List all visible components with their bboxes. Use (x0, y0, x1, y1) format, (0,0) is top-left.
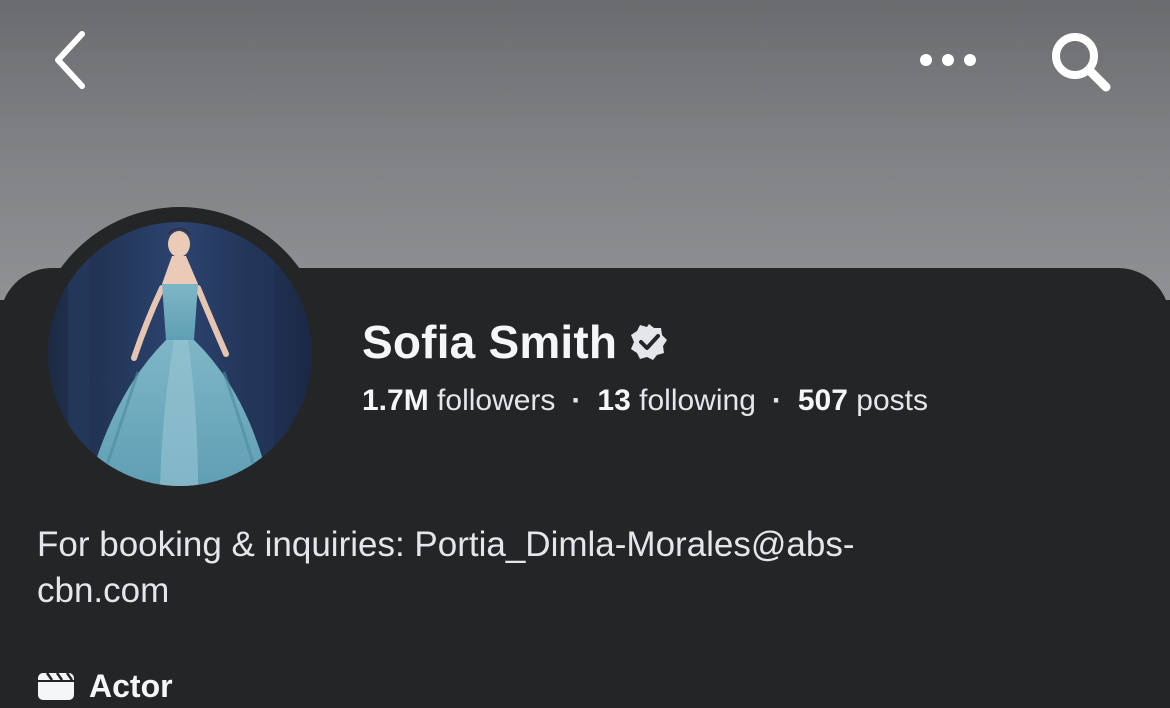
bio-line: For booking & inquiries: Portia_Dimla-Mo… (37, 525, 855, 564)
verified-badge-icon (631, 324, 668, 360)
profile-category: Actor (37, 664, 173, 708)
profile-name-row: Sofia Smith (362, 312, 669, 372)
following-stat[interactable]: 13 following (597, 384, 755, 417)
following-label: following (639, 384, 756, 417)
more-options-button[interactable] (906, 34, 990, 86)
posts-label: posts (856, 384, 928, 417)
search-button[interactable] (1040, 24, 1122, 100)
posts-count: 507 (797, 384, 848, 417)
back-button[interactable] (38, 22, 102, 98)
followers-stat[interactable]: 1.7M followers (362, 384, 555, 417)
followers-label: followers (437, 384, 556, 417)
stats-separator: · (771, 384, 782, 417)
profile-bio: For booking & inquiries: Portia_Dimla-Mo… (37, 522, 1037, 614)
category-label: Actor (89, 667, 173, 704)
ellipsis-icon (920, 54, 976, 66)
search-icon (1052, 33, 1111, 92)
followers-count: 1.7M (362, 384, 429, 417)
posts-stat[interactable]: 507 posts (798, 384, 928, 417)
chevron-left-icon (55, 31, 85, 89)
profile-name: Sofia Smith (362, 316, 618, 368)
bio-line: cbn.com (37, 571, 170, 610)
clapperboard-icon (38, 672, 74, 700)
stats-separator: · (571, 384, 582, 417)
profile-avatar[interactable] (48, 222, 312, 486)
following-count: 13 (597, 384, 631, 417)
profile-stats: 1.7M followers · 13 following · 507 posts (362, 384, 928, 418)
